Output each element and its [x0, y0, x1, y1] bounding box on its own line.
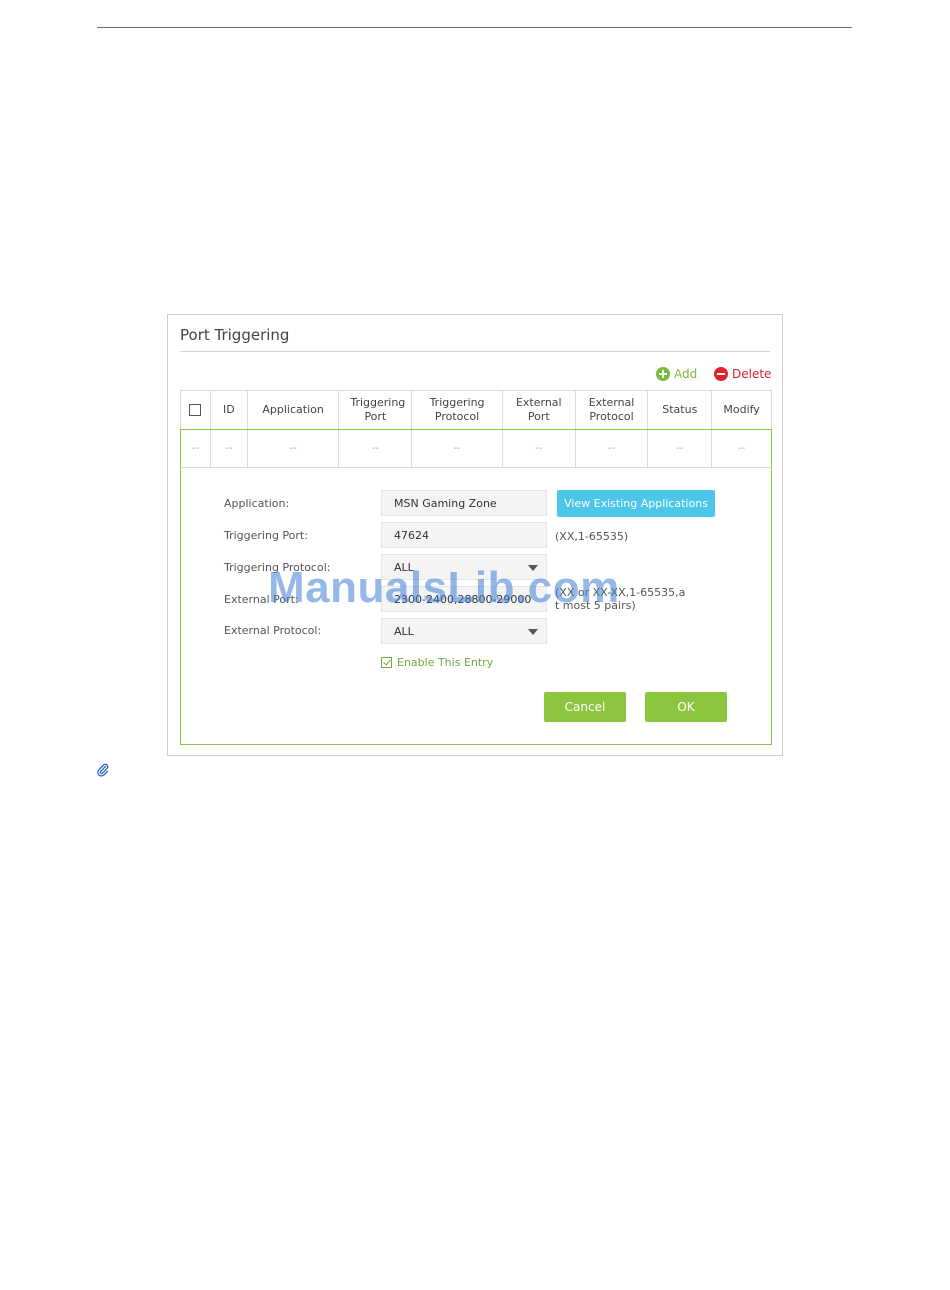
triggering-port-input[interactable]: 47624 [381, 522, 547, 548]
row-cell: -- [576, 430, 649, 467]
table-header: ID Application Triggering Port Triggerin… [180, 390, 772, 429]
triggering-protocol-select[interactable]: ALL [381, 554, 547, 580]
header-external-protocol: External Protocol [576, 391, 649, 429]
checkmark-icon [381, 657, 392, 668]
port-triggering-table: ID Application Triggering Port Triggerin… [180, 390, 772, 468]
header-select-cell [181, 391, 211, 429]
external-protocol-select[interactable]: ALL [381, 618, 547, 644]
application-label: Application: [224, 497, 290, 510]
external-port-hint-line1: (XX or XX-XX,1-65535,a [555, 586, 686, 599]
external-port-label: External Port: [224, 593, 299, 606]
external-port-input[interactable]: 2300-2400,28800-29000 [381, 586, 547, 612]
triggering-protocol-value: ALL [394, 560, 414, 574]
add-label: Add [674, 367, 698, 381]
add-button[interactable]: Add [656, 367, 697, 381]
add-icon [656, 367, 670, 381]
row-cell: -- [412, 430, 503, 467]
port-triggering-panel: Port Triggering Add Delete ID Applicatio… [167, 314, 783, 756]
select-all-checkbox[interactable] [189, 404, 202, 416]
view-existing-applications-button[interactable]: View Existing Applications [557, 490, 715, 517]
header-status: Status [648, 391, 713, 429]
triggering-port-label: Triggering Port: [224, 529, 308, 542]
title-divider [180, 351, 770, 352]
external-port-hint: (XX or XX-XX,1-65535,a t most 5 pairs) [555, 586, 685, 612]
edit-entry-form: Application: MSN Gaming Zone View Existi… [180, 468, 772, 745]
delete-button[interactable]: Delete [714, 367, 771, 381]
header-application: Application [248, 391, 340, 429]
ok-button[interactable]: OK [645, 692, 727, 722]
delete-icon [714, 367, 728, 381]
table-row: -- -- -- -- -- -- -- -- -- [180, 429, 772, 468]
chevron-down-icon [528, 629, 538, 635]
header-triggering-protocol: Triggering Protocol [412, 391, 503, 429]
triggering-port-hint: (XX,1-65535) [555, 530, 629, 543]
paperclip-icon [97, 763, 109, 777]
row-cell: -- [503, 430, 576, 467]
external-protocol-label: External Protocol: [224, 624, 322, 637]
row-cell: -- [737, 442, 746, 454]
panel-title: Port Triggering [180, 326, 290, 344]
external-port-hint-line2: t most 5 pairs) [555, 599, 636, 612]
row-cell: -- [211, 430, 248, 467]
row-cell: -- [181, 430, 211, 467]
external-protocol-value: ALL [394, 624, 414, 638]
row-cell: -- [248, 430, 340, 467]
top-rule [97, 27, 852, 28]
chevron-down-icon [528, 565, 538, 571]
header-modify: Modify [723, 403, 760, 416]
row-cell: -- [648, 430, 713, 467]
enable-entry-checkbox[interactable]: Enable This Entry [381, 656, 493, 669]
application-input[interactable]: MSN Gaming Zone [381, 490, 547, 516]
header-triggering-port: Triggering Port [339, 391, 413, 429]
row-cell: -- [339, 430, 413, 467]
enable-entry-label: Enable This Entry [397, 656, 494, 669]
header-id: ID [211, 391, 248, 429]
triggering-protocol-label: Triggering Protocol: [224, 561, 331, 574]
delete-label: Delete [732, 367, 772, 381]
cancel-button[interactable]: Cancel [544, 692, 626, 722]
header-external-port: External Port [503, 391, 576, 429]
